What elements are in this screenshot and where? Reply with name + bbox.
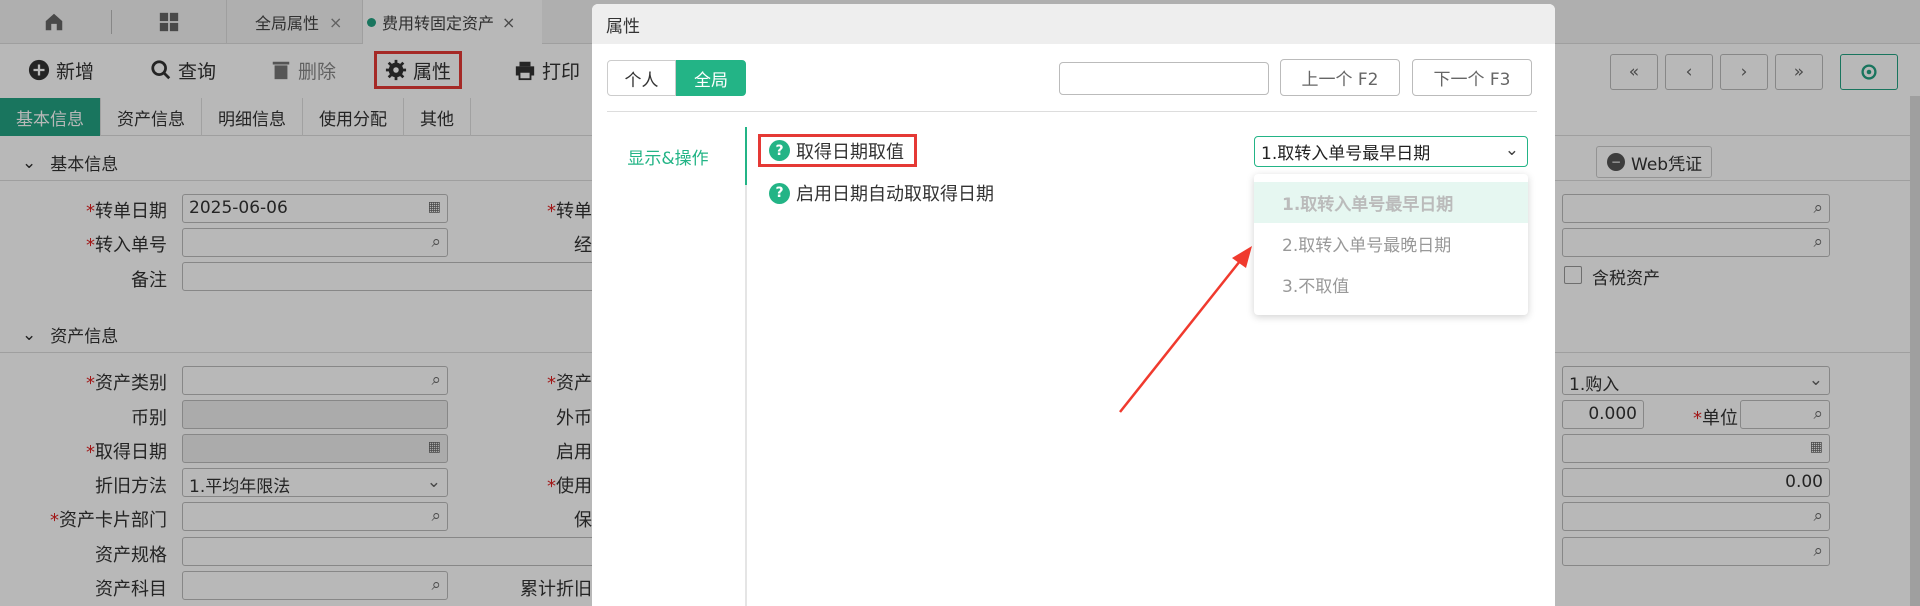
acquire-date-select-value: 1.取转入单号最早日期 — [1261, 144, 1431, 164]
dialog-title: 属性 — [606, 16, 640, 37]
side-nav-active-bar — [745, 127, 747, 185]
divider — [607, 111, 1537, 112]
auto-enable-date-row: ? 启用日期自动取取得日期 — [769, 180, 994, 206]
auto-enable-date-label: 启用日期自动取取得日期 — [796, 184, 994, 205]
option-earliest[interactable]: 1.取转入单号最早日期 — [1254, 182, 1528, 223]
acquire-date-dropdown: 1.取转入单号最早日期 2.取转入单号最晚日期 3.不取值 — [1254, 174, 1528, 315]
option-none[interactable]: 3.不取值 — [1254, 264, 1528, 305]
dialog-search-input[interactable] — [1059, 62, 1269, 95]
seg-personal[interactable]: 个人 — [607, 60, 676, 96]
help-icon[interactable]: ? — [769, 182, 790, 204]
acquire-date-setting-label: 取得日期取值 — [796, 141, 904, 163]
acquire-date-select[interactable]: 1.取转入单号最早日期 ⌄ — [1254, 136, 1528, 167]
acquire-date-setting-row: ? 取得日期取值 — [758, 134, 917, 167]
option-latest[interactable]: 2.取转入单号最晚日期 — [1254, 223, 1528, 264]
help-icon[interactable]: ? — [769, 140, 790, 161]
next-f3-button[interactable]: 下一个 F3 — [1412, 59, 1532, 96]
prev-f2-button[interactable]: 上一个 F2 — [1280, 59, 1400, 96]
attributes-dialog: 属性 个人 全局 上一个 F2 下一个 F3 显示&操作 ? 取得日期取值 ? … — [592, 4, 1555, 606]
scope-toggle: 个人 全局 — [607, 60, 746, 96]
red-arrow-annotation — [1119, 246, 1252, 413]
dialog-header[interactable]: 属性 — [592, 4, 1555, 44]
chevron-down-icon: ⌄ — [1504, 140, 1519, 160]
side-nav-divider — [745, 127, 747, 606]
side-nav-display-ops[interactable]: 显示&操作 — [592, 144, 744, 169]
seg-global[interactable]: 全局 — [676, 60, 746, 96]
